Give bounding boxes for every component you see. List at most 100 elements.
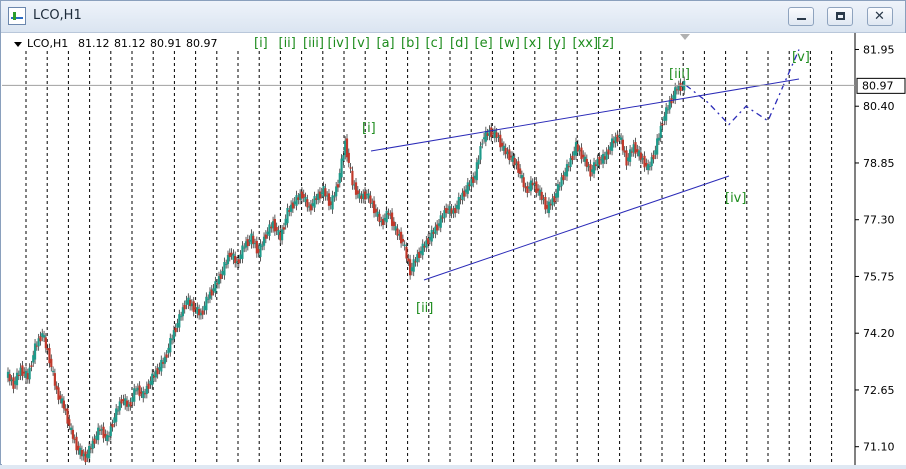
candle-body [147,383,150,389]
wave-marker[interactable]: [z] [597,36,614,51]
candle-body [51,370,55,372]
candle-body [306,199,309,208]
candle-body [618,135,621,138]
candle-body [280,229,284,241]
candle-body [174,327,177,333]
wave-marker[interactable]: [i] [254,36,268,51]
candle-body [457,197,460,210]
chart-canvas[interactable]: 81.95 80.40 78.85 77.30 75.75 74.20 72.65 71.10… [2,33,906,467]
wave-marker[interactable]: [ii] [279,36,296,51]
candle-body [151,373,154,386]
candle-body [133,388,136,402]
price-tick-label: 74.20 [863,327,895,340]
candle-body [93,438,96,444]
candle-body [656,138,659,155]
candle-body [565,164,569,177]
wave-marker[interactable]: [x] [524,36,542,51]
candle-body [571,155,574,161]
symbol-dropdown-icon[interactable] [14,42,22,47]
chart-shift-icon[interactable] [680,34,690,40]
grid-layer [25,51,833,465]
wave-marker[interactable]: [e] [475,36,493,51]
candle-body [454,207,457,214]
wave-channel-layer [370,78,800,281]
candle-body [556,184,560,198]
ohlc-open: 81.12 [78,37,110,50]
ohlc-close: 80.97 [186,37,218,50]
candle-body [68,419,71,426]
candle-body [261,245,264,247]
price-tick-label: 72.65 [863,384,895,397]
candle-body [405,246,408,259]
candle-body [15,372,19,386]
candle-body [363,191,367,200]
ohlc-low: 80.91 [150,37,182,50]
maximize-button[interactable] [827,7,853,26]
candle-body [479,146,482,160]
candle-body [369,195,372,204]
chart-window-icon [8,7,26,25]
candle-body [170,339,174,341]
candle-body [116,410,120,412]
close-button[interactable]: ✕ [867,7,893,26]
candle-body [481,143,484,145]
candle-body [466,182,469,194]
candle-body [490,127,493,138]
candle-body [264,234,267,239]
candle-body [62,400,65,409]
candle-body [178,314,181,328]
candle-body [268,224,271,237]
wave-marker[interactable]: [v] [352,36,370,51]
candle-body [282,227,285,230]
wave-marker[interactable]: [xx] [573,36,599,51]
wave-marker[interactable]: [a] [377,36,395,51]
candle-body [259,243,262,258]
candle-body [109,426,112,437]
wave-marker[interactable]: [iii] [303,36,324,51]
minimize-button[interactable] [788,7,814,26]
candle-body [134,390,138,392]
candle-body [475,162,478,181]
price-axis-labels: 81.95 80.40 78.85 77.30 75.75 74.20 72.65 71.10 [855,43,895,454]
candle-body [138,385,141,397]
candle-body [21,365,24,377]
candle-body [129,402,132,407]
candle-body [53,373,56,386]
candle-body [205,296,208,311]
candle-body [71,429,75,439]
candle-body [88,445,91,459]
price-chart[interactable]: 81.95 80.40 78.85 77.30 75.75 74.20 72.65 71.10… [2,33,906,467]
candle-body [558,186,561,188]
candle-body [647,164,650,171]
title-bar[interactable]: LCO,H1 ✕ [1,1,905,33]
candle-body [165,354,168,358]
candle-body [225,264,228,266]
candle-body [30,365,33,367]
wave-marker[interactable]: [c] [426,36,443,51]
candle-body [243,247,246,249]
candle-body [621,139,624,151]
candle-body [180,316,183,318]
candle-body [387,212,390,215]
candle-body [183,305,186,310]
candle-body [477,159,480,165]
candle-body [241,245,244,259]
candle-body [652,154,655,160]
wave-marker[interactable]: [iv] [328,36,349,51]
wave-marker[interactable]: [d] [450,36,468,51]
candle-body [115,408,118,422]
candle-body [665,107,668,121]
wave-marker[interactable]: [b] [401,36,419,51]
maximize-icon [836,12,845,20]
candle-body [403,244,406,247]
minimize-icon [797,18,806,20]
candle-body [674,87,677,100]
current-price-label: 80.97 [862,79,894,92]
wave-marker[interactable]: [w] [499,36,520,51]
candle-body [659,125,662,138]
candle-body [592,162,596,174]
candle-body [648,166,652,168]
candle-body [342,155,345,161]
wave-marker[interactable]: [y] [548,36,566,51]
wave-marker-row: [i] [ii] [iii] [iv] [v] [a] [b] [c] [d] [e] [w] [x]… [254,36,614,51]
